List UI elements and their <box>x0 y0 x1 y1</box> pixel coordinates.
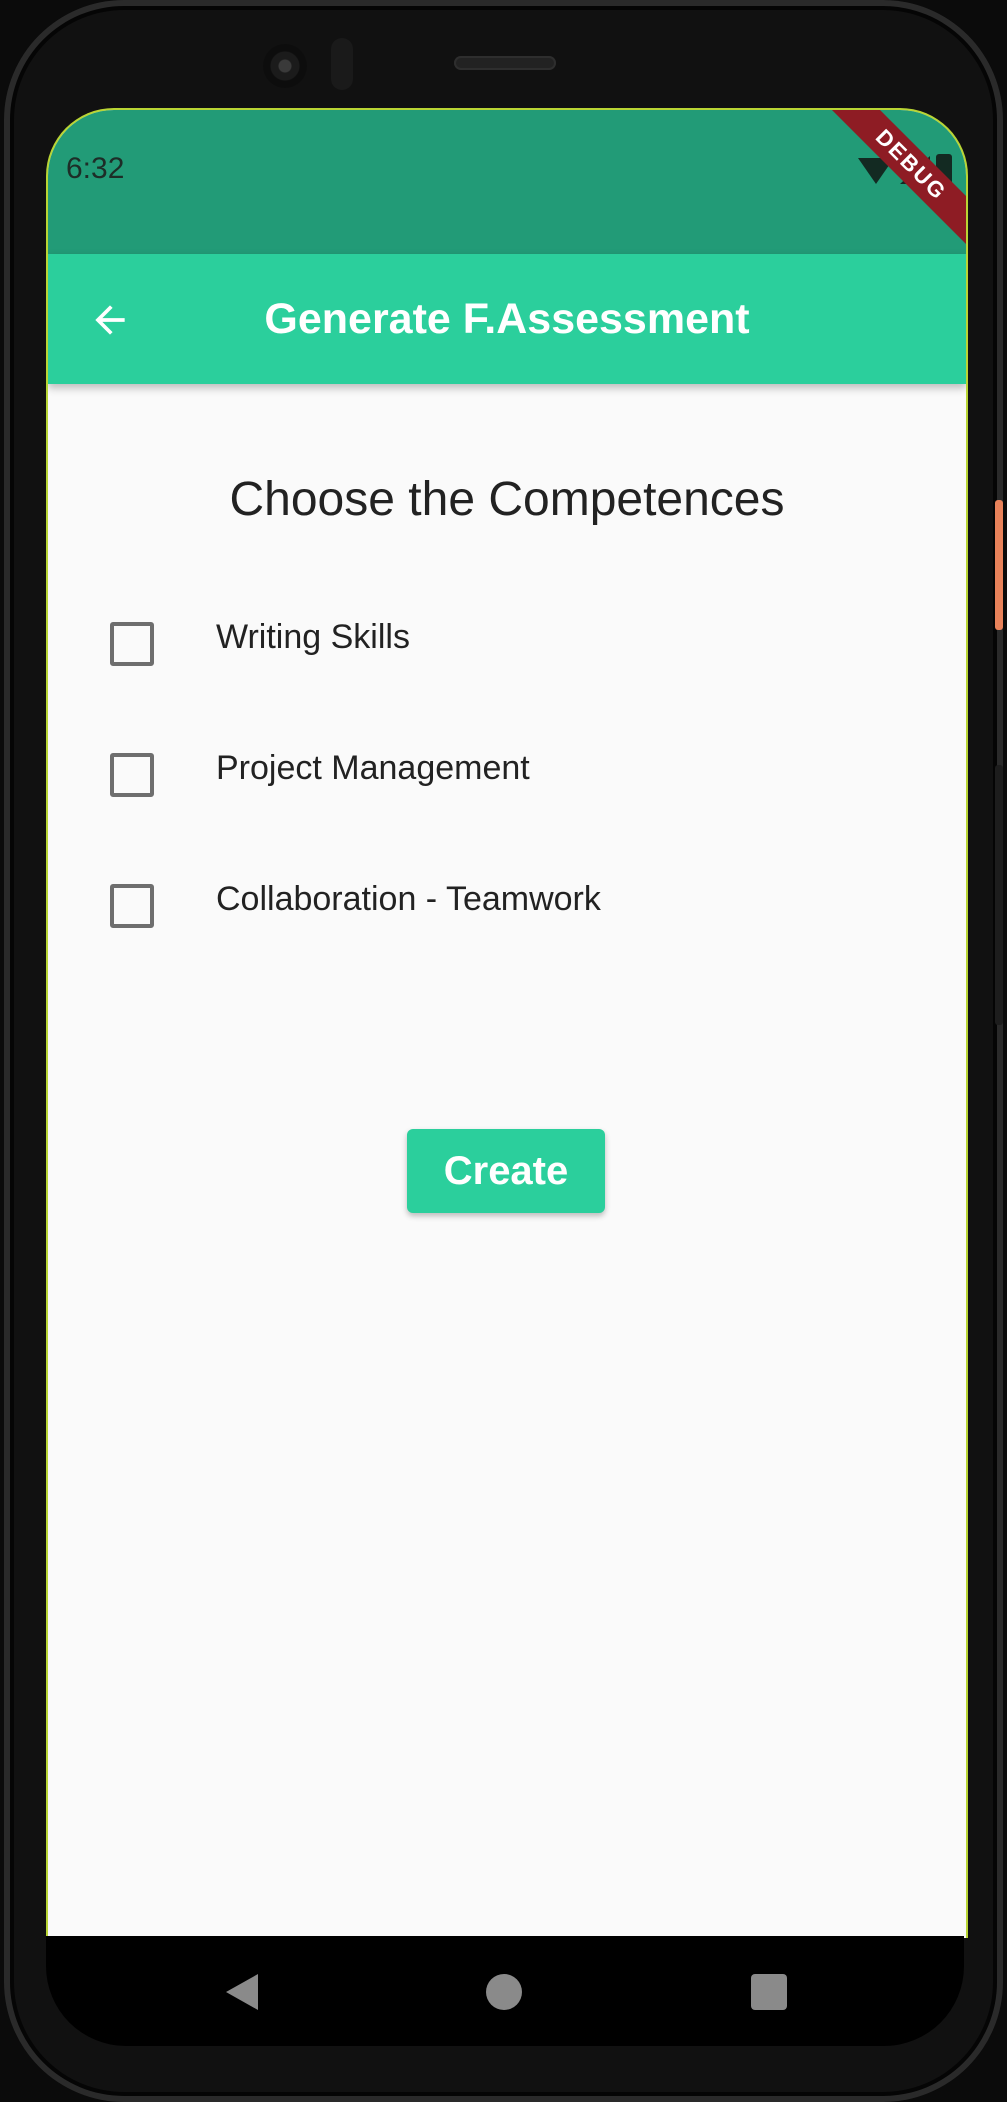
nav-recents-icon[interactable] <box>751 1974 787 2010</box>
competence-row[interactable]: Collaboration - Teamwork <box>48 860 966 950</box>
nav-back-icon[interactable] <box>226 1974 258 2010</box>
back-button[interactable] <box>74 284 146 356</box>
competence-row[interactable]: Project Management <box>48 729 966 819</box>
power-button[interactable] <box>995 500 1003 630</box>
volume-button[interactable] <box>995 765 1003 1025</box>
competence-checkbox[interactable] <box>110 884 154 928</box>
create-button[interactable]: Create <box>407 1129 605 1213</box>
front-camera <box>263 44 307 88</box>
page-title: Generate F.Assessment <box>264 295 750 343</box>
status-bar: 6:32 DEBUG <box>48 110 966 254</box>
phone-frame: 6:32 DEBUG Generate F.Assessment Choose … <box>4 0 1003 2102</box>
nav-home-icon[interactable] <box>486 1974 522 2010</box>
system-nav-bar <box>46 1936 964 2046</box>
app-screen: 6:32 DEBUG Generate F.Assessment Choose … <box>46 108 968 1938</box>
competence-checkbox[interactable] <box>110 753 154 797</box>
competence-label: Collaboration - Teamwork <box>216 880 601 918</box>
competences-heading: Choose the Competences <box>229 473 785 526</box>
competence-checkbox[interactable] <box>110 622 154 666</box>
competence-label: Writing Skills <box>216 618 410 656</box>
app-bar: Generate F.Assessment <box>48 254 966 384</box>
earpiece-speaker <box>454 56 556 70</box>
proximity-sensor <box>331 38 353 90</box>
competence-label: Project Management <box>216 749 530 787</box>
arrow-left-icon <box>95 305 125 335</box>
competence-row[interactable]: Writing Skills <box>48 598 966 688</box>
status-time: 6:32 <box>66 152 125 185</box>
